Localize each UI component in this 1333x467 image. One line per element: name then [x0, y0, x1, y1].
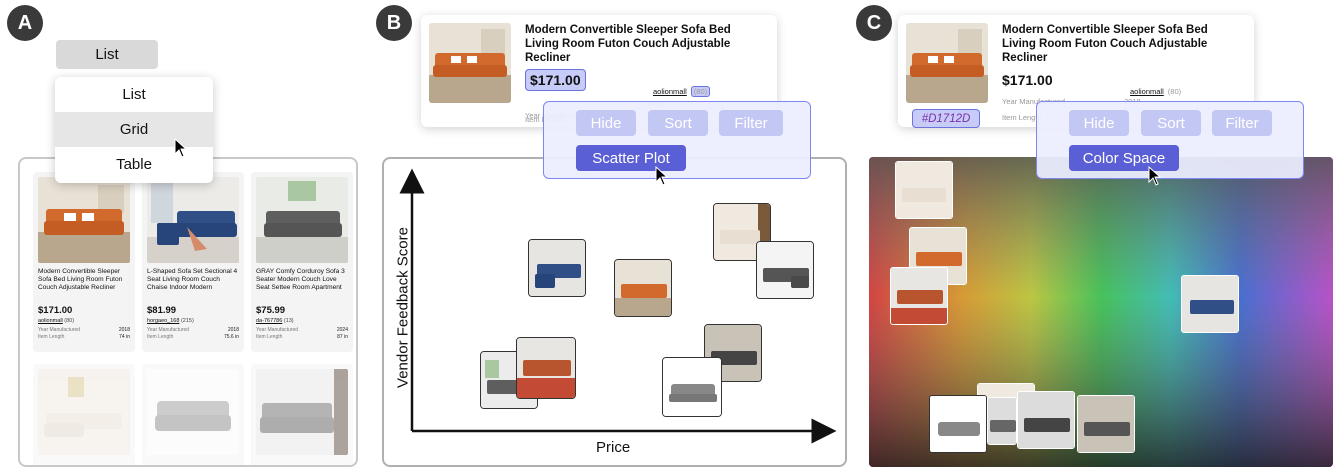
spec-value: 2018 — [118, 327, 130, 333]
panel-b-badge: B — [376, 5, 412, 41]
sofa-image — [256, 369, 348, 455]
plot-point-loveseat[interactable] — [662, 357, 722, 417]
spec-label: Year Manufactured — [38, 327, 81, 333]
product-price: $75.99 — [256, 305, 286, 316]
sofa-image — [147, 369, 239, 455]
seller-link[interactable]: aolionmall — [38, 318, 63, 324]
mouse-cursor-icon — [1148, 166, 1162, 186]
spec-value: 2018 — [227, 327, 239, 333]
sort-button[interactable]: Sort — [1141, 110, 1201, 136]
sofa-image — [38, 177, 130, 263]
product-price: $81.99 — [147, 305, 177, 316]
x-axis-label: Price — [596, 439, 631, 456]
menu-item-table[interactable]: Table — [55, 147, 213, 182]
color-space-button[interactable]: Color Space — [1069, 145, 1179, 171]
product-title: Modern Convertible Sleeper Sofa Bed Livi… — [525, 24, 731, 64]
panel-a-badge: A — [7, 5, 43, 41]
product-title: Modern Convertible Sleeper Sofa Bed Livi… — [1002, 24, 1208, 64]
color-hex-badge[interactable]: #D1712D — [912, 109, 980, 128]
mouse-cursor-icon — [174, 138, 188, 158]
color-space-panel — [869, 157, 1333, 467]
sofa-image — [906, 23, 988, 103]
plot-point-sectional-sofa[interactable] — [756, 241, 814, 299]
y-axis-label: Vendor Feedback Score — [394, 227, 412, 388]
spec-value: 75.6 in — [223, 334, 239, 340]
seller-score: (13) — [283, 318, 294, 324]
spec-label: Item Length — [38, 334, 65, 340]
seller-link[interactable]: da-767786 — [256, 318, 282, 324]
plot-point-rust-sofa[interactable] — [516, 337, 576, 399]
seller-link[interactable]: aolionmall — [653, 87, 687, 96]
color-point-loveseat[interactable] — [929, 395, 987, 453]
sort-button[interactable]: Sort — [648, 110, 708, 136]
panel-c-badge: C — [856, 5, 892, 41]
view-mode-menu: List Grid Table — [55, 77, 213, 183]
seller-score: (80) — [1167, 87, 1182, 96]
color-point-dark-sectional[interactable] — [1017, 391, 1075, 449]
color-point-gray-sofa[interactable] — [987, 397, 1017, 445]
filter-button[interactable]: Filter — [719, 110, 783, 136]
seller-link[interactable]: aolionmall — [1130, 87, 1164, 96]
sofa-image — [147, 177, 239, 263]
seller-score: (80) — [64, 318, 75, 324]
seller-link[interactable]: horgaeo_168 — [147, 318, 179, 324]
product-card[interactable]: Modern Convertible Sleeper Sofa Bed Livi… — [33, 172, 135, 352]
seller-score[interactable]: (80) — [690, 86, 711, 97]
spec-label: Item Length — [147, 334, 174, 340]
menu-item-list[interactable]: List — [55, 77, 213, 112]
product-card[interactable] — [33, 364, 135, 465]
product-price[interactable]: $171.00 — [525, 69, 586, 91]
product-price: $171.00 — [38, 305, 73, 316]
mouse-cursor-icon — [655, 166, 669, 186]
sofa-image — [256, 177, 348, 263]
product-card[interactable] — [251, 364, 353, 465]
product-grid-panel: Modern Convertible Sleeper Sofa Bed Livi… — [18, 157, 358, 467]
product-title: GRAY Comfy Corduroy Sofa 3 Seater Modern… — [256, 268, 345, 291]
plot-point-blue-sofa[interactable] — [528, 239, 586, 297]
sofa-image — [429, 23, 511, 103]
hide-button[interactable]: Hide — [1069, 110, 1129, 136]
menu-item-grid[interactable]: Grid — [55, 112, 213, 147]
action-toolbar: Hide Sort Filter Color Space — [1036, 101, 1304, 179]
sofa-image — [38, 369, 130, 455]
filter-button[interactable]: Filter — [1212, 110, 1272, 136]
hide-button[interactable]: Hide — [576, 110, 636, 136]
spec-value: 2024 — [336, 327, 348, 333]
product-card[interactable]: GRAY Comfy Corduroy Sofa 3 Seater Modern… — [251, 172, 353, 352]
product-card[interactable]: L-Shaped Sofa Set Sectional 4 Seat Livin… — [142, 172, 244, 352]
view-mode-dropdown[interactable]: List — [56, 40, 158, 69]
spec-value: 74 in — [119, 334, 130, 340]
spec-label: Year Manufactured — [256, 327, 299, 333]
spec-value: 87 in — [337, 334, 348, 340]
plot-point-orange-sofa[interactable] — [614, 259, 672, 317]
product-title: Modern Convertible Sleeper Sofa Bed Livi… — [38, 268, 123, 291]
product-price: $171.00 — [1002, 72, 1053, 88]
color-point-gray-sectional[interactable] — [1077, 395, 1135, 453]
spec-label: Item Length — [256, 334, 283, 340]
scatter-plot-panel: Price Vendor Feedback Score — [382, 157, 847, 467]
product-card[interactable] — [142, 364, 244, 465]
color-point-blue-sofa[interactable] — [1181, 275, 1239, 333]
color-point-rust-sofa[interactable] — [890, 267, 948, 325]
product-title: L-Shaped Sofa Set Sectional 4 Seat Livin… — [147, 268, 238, 291]
color-point-cream-sofa[interactable] — [895, 161, 953, 219]
seller-score: (215) — [180, 318, 194, 324]
action-toolbar: Hide Sort Filter Scatter Plot — [543, 101, 811, 179]
spec-label: Year Manufactured — [147, 327, 190, 333]
scatter-plot-button[interactable]: Scatter Plot — [576, 145, 686, 171]
